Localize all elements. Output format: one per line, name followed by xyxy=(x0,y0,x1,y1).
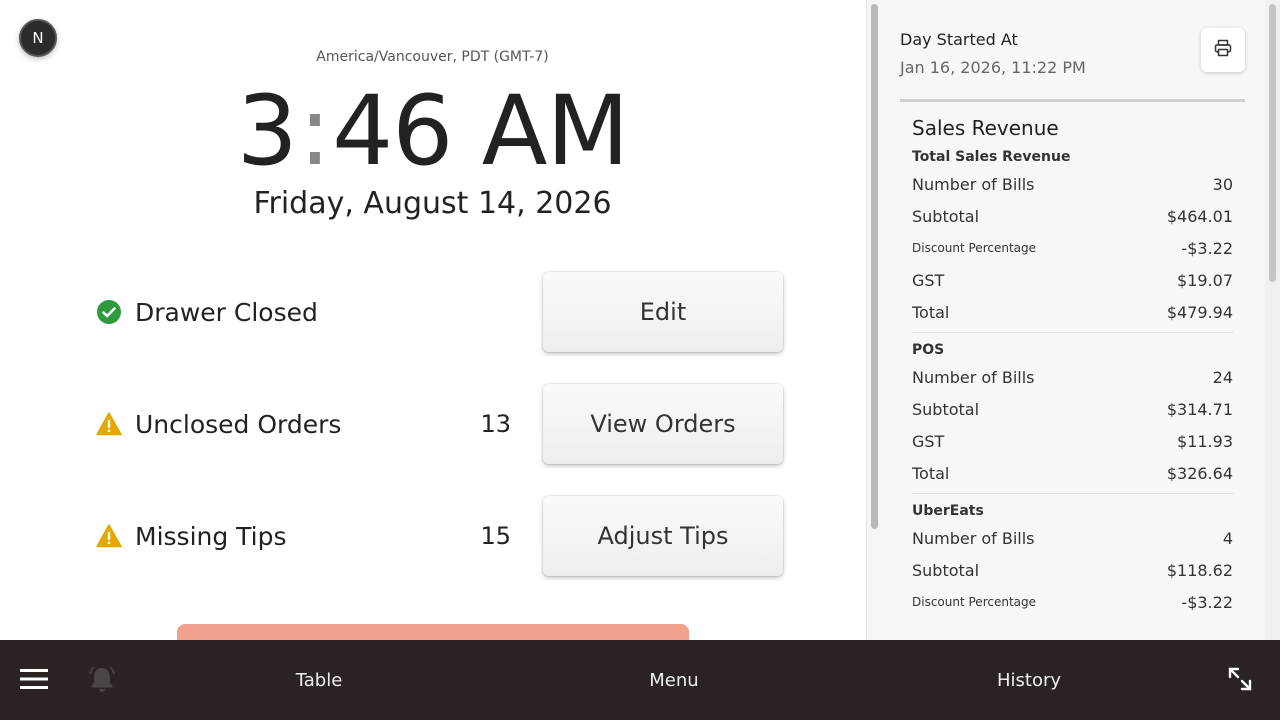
report-row: Discount Percentage -$3.22 xyxy=(912,232,1233,264)
status-label: Unclosed Orders xyxy=(135,409,342,439)
report-row: Total $479.94 xyxy=(912,296,1233,328)
section-title: UberEats xyxy=(912,503,984,519)
report-row: Total $326.64 xyxy=(912,457,1233,489)
row-value: $118.62 xyxy=(1166,560,1233,580)
bottom-nav-bar: Table Menu History xyxy=(0,640,1280,720)
row-key: GST xyxy=(912,270,945,290)
report-row: Discount Percentage -$3.22 xyxy=(912,586,1233,618)
nav-menu[interactable]: Menu xyxy=(614,640,734,720)
row-value: -$3.22 xyxy=(1181,238,1233,258)
scrollbar-thumb[interactable] xyxy=(1269,4,1276,282)
section-title: POS xyxy=(912,342,945,358)
hamburger-menu-icon[interactable] xyxy=(20,668,48,694)
report-row: Subtotal $464.01 xyxy=(912,200,1233,232)
clock-colon: : xyxy=(298,75,331,187)
status-label: Drawer Closed xyxy=(135,297,318,327)
report-row: GST $19.07 xyxy=(912,264,1233,296)
row-key: Total xyxy=(912,302,950,322)
right-scrollbar[interactable] xyxy=(1265,0,1280,640)
left-scrollbar[interactable] xyxy=(866,0,880,640)
row-key: Subtotal xyxy=(912,399,980,419)
divider xyxy=(912,332,1233,333)
date-label: Friday, August 14, 2026 xyxy=(253,186,612,221)
status-row-missing-tips: Missing Tips 15 Adjust Tips xyxy=(96,496,786,576)
status-row-unclosed-orders: Unclosed Orders 13 View Orders xyxy=(96,384,786,464)
clock-hour: 3 xyxy=(236,75,298,187)
warning-icon xyxy=(96,411,122,437)
nav-history[interactable]: History xyxy=(969,640,1089,720)
row-value: $11.93 xyxy=(1177,431,1233,451)
row-key: Discount Percentage xyxy=(912,241,1037,255)
fullscreen-icon[interactable] xyxy=(1227,666,1253,696)
bell-icon[interactable] xyxy=(86,664,118,700)
view-orders-button[interactable]: View Orders xyxy=(543,384,783,464)
nav-table[interactable]: Table xyxy=(259,640,379,720)
row-key: Discount Percentage xyxy=(912,595,1037,609)
clock-display: 3:46 AM xyxy=(0,76,865,186)
report-row: Subtotal $314.71 xyxy=(912,393,1233,425)
day-started-value: Jan 16, 2026, 11:22 PM xyxy=(900,58,1086,77)
divider xyxy=(912,493,1233,494)
day-started-label: Day Started At xyxy=(900,30,1018,49)
warning-icon xyxy=(96,523,122,549)
row-key: Total xyxy=(912,463,950,483)
close-day-button[interactable] xyxy=(177,624,689,640)
sales-report: Sales Revenue Total Sales Revenue Number… xyxy=(912,102,1233,618)
row-key: Number of Bills xyxy=(912,528,1035,548)
status-label: Missing Tips xyxy=(135,521,287,551)
row-value: $314.71 xyxy=(1166,399,1233,419)
row-key: Number of Bills xyxy=(912,367,1035,387)
row-key: Subtotal xyxy=(912,206,980,226)
edit-button[interactable]: Edit xyxy=(543,272,783,352)
status-count: 13 xyxy=(480,410,511,438)
row-value: -$3.22 xyxy=(1181,592,1233,612)
row-value: $464.01 xyxy=(1166,206,1233,226)
report-row: Number of Bills 30 xyxy=(912,168,1233,200)
sales-summary-panel: Day Started At Jan 16, 2026, 11:22 PM Sa… xyxy=(880,0,1265,640)
row-value: $326.64 xyxy=(1166,463,1233,483)
clock-minutes: 46 AM xyxy=(332,75,629,187)
timezone-label: America/Vancouver, PDT (GMT-7) xyxy=(316,49,549,65)
report-title: Sales Revenue xyxy=(912,116,1059,140)
status-row-drawer: Drawer Closed Edit xyxy=(96,272,786,352)
printer-icon xyxy=(1214,39,1232,61)
row-key: Number of Bills xyxy=(912,174,1035,194)
row-value: $19.07 xyxy=(1177,270,1233,290)
report-row: Subtotal $118.62 xyxy=(912,554,1233,586)
print-button[interactable] xyxy=(1201,28,1245,72)
section-title: Total Sales Revenue xyxy=(912,149,1071,165)
status-count: 15 xyxy=(480,522,511,550)
row-value: $479.94 xyxy=(1166,302,1233,322)
row-value: 24 xyxy=(1212,367,1233,387)
check-circle-icon xyxy=(96,299,122,325)
row-key: GST xyxy=(912,431,945,451)
report-row: Number of Bills 24 xyxy=(912,361,1233,393)
row-key: Subtotal xyxy=(912,560,980,580)
scrollbar-thumb[interactable] xyxy=(871,4,878,529)
report-row: GST $11.93 xyxy=(912,425,1233,457)
row-value: 4 xyxy=(1222,528,1233,548)
dashboard-panel: N America/Vancouver, PDT (GMT-7) 3:46 AM… xyxy=(0,0,865,640)
row-value: 30 xyxy=(1212,174,1233,194)
adjust-tips-button[interactable]: Adjust Tips xyxy=(543,496,783,576)
report-row: Number of Bills 4 xyxy=(912,522,1233,554)
